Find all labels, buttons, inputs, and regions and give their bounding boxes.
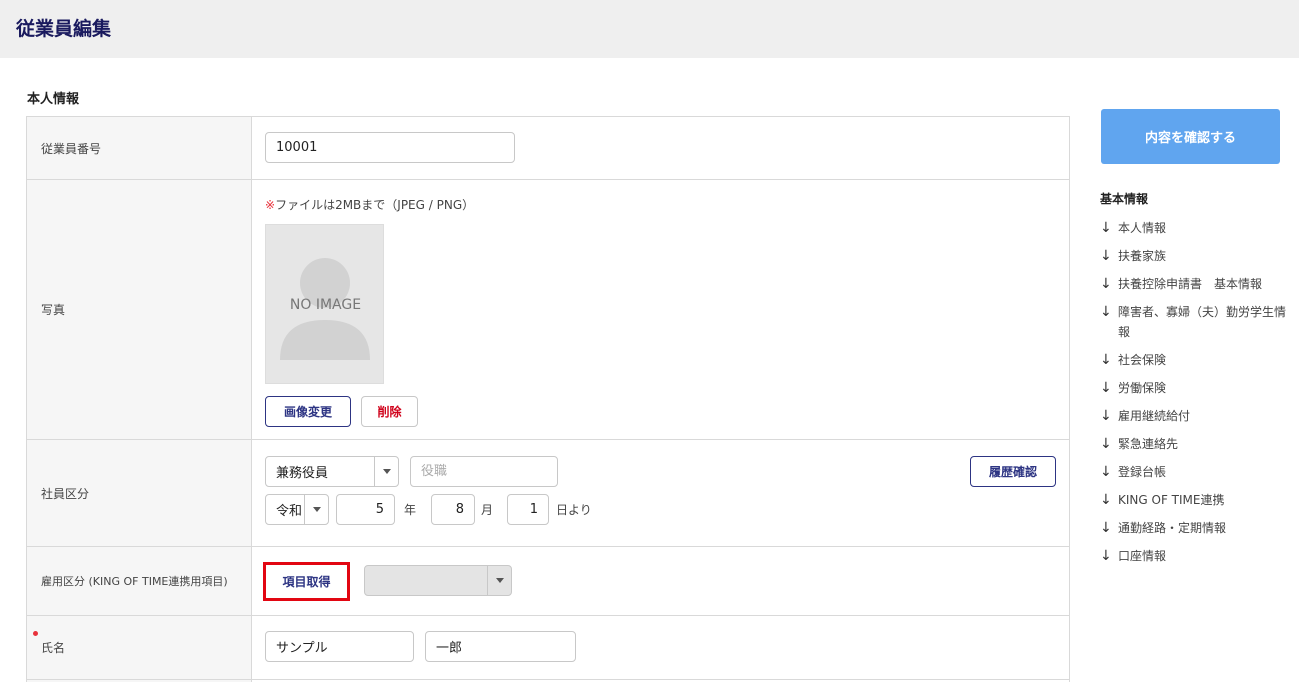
side-nav-item[interactable]: ↓ 労働保険 xyxy=(1100,378,1290,398)
chevron-down-icon xyxy=(495,578,504,583)
employee-number-input[interactable] xyxy=(265,132,515,163)
confirm-button[interactable]: 内容を確認する xyxy=(1101,109,1280,164)
side-nav-item-label: 雇用継続給付 xyxy=(1118,409,1191,423)
side-nav-item-label: 扶養控除申請書 基本情報 xyxy=(1118,277,1263,291)
chevron-down-icon xyxy=(312,507,321,512)
side-nav-item-label: 扶養家族 xyxy=(1118,249,1167,263)
side-nav-item-label: 口座情報 xyxy=(1118,549,1167,563)
month-unit: 月 xyxy=(481,503,494,517)
employee-type-select[interactable]: 兼務役員 xyxy=(265,456,399,487)
delete-image-button[interactable]: 削除 xyxy=(361,396,418,427)
side-nav-item[interactable]: ↓ 扶養控除申請書 基本情報 xyxy=(1100,274,1290,294)
era-select[interactable]: 令和 xyxy=(265,494,329,525)
side-nav-item-label: 労働保険 xyxy=(1118,381,1167,395)
side-nav-item[interactable]: ↓ KING OF TIME連携 xyxy=(1100,490,1290,510)
side-nav-item[interactable]: ↓ 緊急連絡先 xyxy=(1100,434,1290,454)
side-nav-title: 基本情報 xyxy=(1100,192,1149,206)
page-title: 従業員編集 xyxy=(16,18,112,40)
side-nav-item-label: 本人情報 xyxy=(1118,221,1167,235)
no-image-text: NO IMAGE xyxy=(289,297,362,313)
arrow-down-icon: ↓ xyxy=(1100,520,1112,536)
arrow-down-icon: ↓ xyxy=(1100,464,1112,480)
side-nav-item[interactable]: ↓ 雇用継続給付 xyxy=(1100,406,1290,426)
year-input[interactable] xyxy=(336,494,395,525)
side-nav-item-label: KING OF TIME連携 xyxy=(1118,493,1225,507)
arrow-down-icon: ↓ xyxy=(1100,248,1112,264)
arrow-down-icon: ↓ xyxy=(1100,380,1112,396)
row-employee-number: 従業員番号 xyxy=(26,117,1070,180)
employment-category-label: 雇用区分 (KING OF TIME連携用項目) xyxy=(27,547,252,615)
name-label-cell: 氏名 xyxy=(27,616,252,679)
side-nav-item[interactable]: ↓ 扶養家族 xyxy=(1100,246,1290,266)
name-label: 氏名 xyxy=(41,641,66,655)
required-indicator xyxy=(33,631,38,636)
side-nav-item[interactable]: ↓ 登録台帳 xyxy=(1100,462,1290,482)
arrow-down-icon: ↓ xyxy=(1100,352,1112,368)
side-nav-item[interactable]: ↓ 口座情報 xyxy=(1100,546,1290,566)
side-nav-item-label: 障害者、寡婦（夫）勤労学生情報 xyxy=(1118,305,1287,339)
position-input[interactable] xyxy=(410,456,558,487)
last-name-input[interactable] xyxy=(265,631,414,662)
side-nav-item[interactable]: ↓ 本人情報 xyxy=(1100,218,1290,238)
change-image-button[interactable]: 画像変更 xyxy=(265,396,351,427)
side-nav: 基本情報 ↓ 本人情報 ↓ 扶養家族 ↓ 扶養控除申請書 基本情報 ↓ 障害者、寡婦（夫）勤労… xyxy=(1100,190,1290,574)
photo-label: 写真 xyxy=(27,180,252,439)
arrow-down-icon: ↓ xyxy=(1100,436,1112,452)
side-nav-item-label: 社会保険 xyxy=(1118,353,1167,367)
arrow-down-icon: ↓ xyxy=(1100,276,1112,292)
row-photo: 写真 ※ファイルは2MBまで（JPEG / PNG） NO IMAGE 画像変更… xyxy=(26,180,1070,440)
file-size-note: ※ファイルは2MBまで（JPEG / PNG） xyxy=(265,196,474,213)
section-title: 本人情報 xyxy=(27,92,80,107)
month-input[interactable] xyxy=(431,494,475,525)
history-check-button[interactable]: 履歴確認 xyxy=(970,456,1056,487)
employee-form-table: 従業員番号 写真 ※ファイルは2MBまで（JPEG / PNG） NO IMAG… xyxy=(26,116,1070,682)
side-nav-item-label: 緊急連絡先 xyxy=(1118,437,1179,451)
side-nav-list: ↓ 本人情報 ↓ 扶養家族 ↓ 扶養控除申請書 基本情報 ↓ 障害者、寡婦（夫）勤労学生情報 ↓… xyxy=(1100,218,1290,566)
employee-number-label: 従業員番号 xyxy=(27,117,252,179)
note-mark: ※ xyxy=(265,198,276,212)
row-employee-type: 社員区分 兼務役員 履歴確認 令和 年 月 日より xyxy=(26,440,1070,547)
side-nav-item[interactable]: ↓ 障害者、寡婦（夫）勤労学生情報 xyxy=(1100,302,1290,342)
photo-placeholder: NO IMAGE xyxy=(265,224,384,384)
note-text: ファイルは2MBまで（JPEG / PNG） xyxy=(275,198,475,212)
employment-category-select[interactable] xyxy=(364,565,512,596)
side-nav-item-label: 通勤経路・定期情報 xyxy=(1118,521,1227,535)
employee-type-value: 兼務役員 xyxy=(276,466,329,481)
arrow-down-icon: ↓ xyxy=(1100,408,1112,424)
arrow-down-icon: ↓ xyxy=(1100,548,1112,564)
arrow-down-icon: ↓ xyxy=(1100,220,1112,236)
row-employment-category: 雇用区分 (KING OF TIME連携用項目) 項目取得 xyxy=(26,547,1070,616)
side-nav-item[interactable]: ↓ 通勤経路・定期情報 xyxy=(1100,518,1290,538)
page-header: 従業員編集 xyxy=(0,0,1299,58)
highlight-annotation xyxy=(263,562,350,601)
side-nav-item-label: 登録台帳 xyxy=(1118,465,1167,479)
day-input[interactable] xyxy=(507,494,549,525)
side-nav-item[interactable]: ↓ 社会保険 xyxy=(1100,350,1290,370)
row-name: 氏名 xyxy=(26,616,1070,680)
chevron-down-icon xyxy=(382,469,391,474)
arrow-down-icon: ↓ xyxy=(1100,492,1112,508)
first-name-input[interactable] xyxy=(425,631,576,662)
era-value: 令和 xyxy=(276,504,303,519)
year-unit: 年 xyxy=(404,503,417,517)
arrow-down-icon: ↓ xyxy=(1100,304,1112,320)
day-unit: 日より xyxy=(556,503,592,517)
employee-type-label: 社員区分 xyxy=(27,440,252,546)
